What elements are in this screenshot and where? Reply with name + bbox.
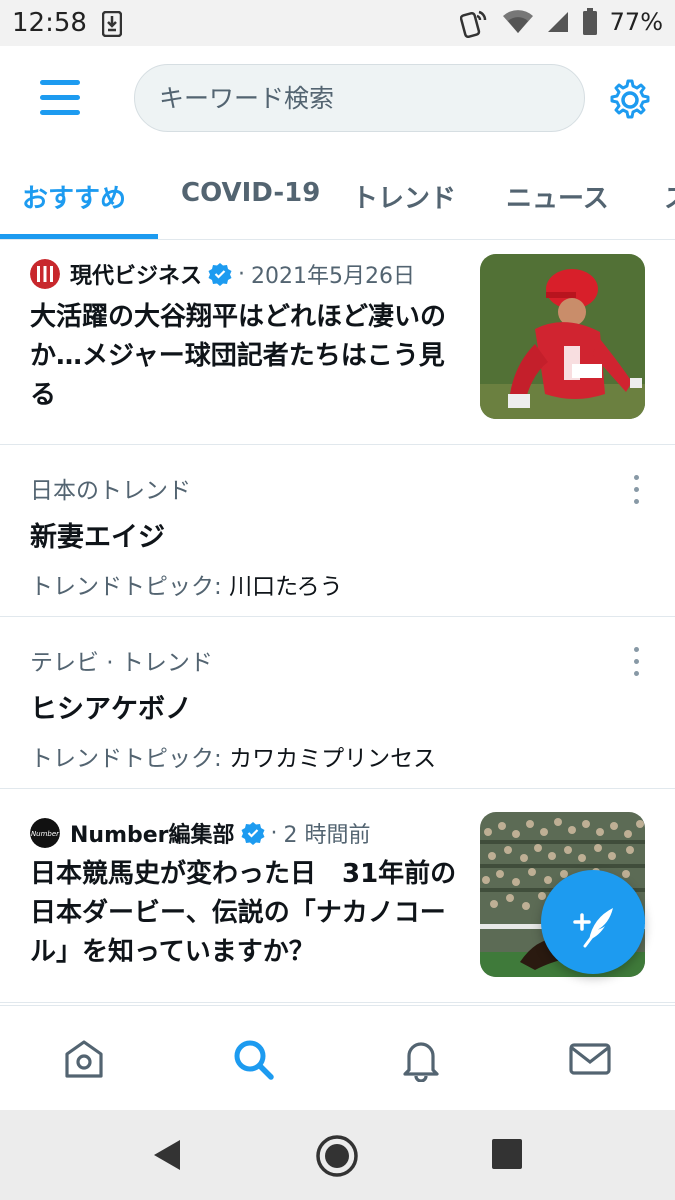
battery-icon bbox=[582, 8, 597, 35]
menu-button[interactable] bbox=[36, 76, 86, 120]
hamburger-line bbox=[40, 95, 80, 100]
tab-sports[interactable]: ス bbox=[664, 178, 675, 215]
more-dot bbox=[634, 671, 639, 676]
verified-badge-icon bbox=[241, 822, 265, 845]
battery-percent: 77% bbox=[609, 8, 663, 36]
home-circle-icon[interactable] bbox=[315, 1134, 359, 1178]
more-dot bbox=[634, 659, 639, 664]
more-dot bbox=[634, 475, 639, 480]
tab-trends[interactable]: トレンド bbox=[352, 178, 456, 215]
news-source-name: 現代ビジネス bbox=[70, 264, 203, 289]
search-icon[interactable] bbox=[230, 1036, 276, 1082]
trend-topic-name: 川口たろう bbox=[229, 574, 343, 600]
active-tab-indicator bbox=[0, 234, 158, 239]
gear-icon[interactable] bbox=[606, 76, 654, 124]
bottom-navigation bbox=[0, 1005, 675, 1110]
cell-signal-icon bbox=[547, 12, 568, 32]
news-time: 2021年5月26日 bbox=[251, 264, 415, 289]
trend-context: テレビ · トレンド bbox=[30, 650, 213, 676]
nfc-icon bbox=[459, 10, 486, 38]
svg-text:Number: Number bbox=[31, 830, 60, 838]
more-dot bbox=[634, 487, 639, 492]
more-options-icon[interactable] bbox=[626, 645, 648, 679]
notifications-icon[interactable] bbox=[398, 1036, 444, 1082]
news-time: 2 時間前 bbox=[283, 823, 371, 848]
search-bar[interactable] bbox=[134, 64, 585, 132]
back-icon[interactable] bbox=[152, 1138, 182, 1172]
home-icon[interactable] bbox=[61, 1036, 107, 1082]
trend-title: 新妻エイジ bbox=[30, 522, 165, 553]
recents-icon[interactable] bbox=[492, 1139, 522, 1169]
tab-recommended[interactable]: おすすめ bbox=[22, 178, 126, 215]
news-source-row: 現代ビジネス · 2021年5月26日 bbox=[30, 258, 415, 290]
trend-title: ヒシアケボノ bbox=[30, 694, 192, 725]
compose-button[interactable] bbox=[541, 870, 645, 974]
messages-icon[interactable] bbox=[567, 1036, 613, 1082]
number-magazine-logo: Number bbox=[30, 818, 60, 848]
trend-topic: トレンドトピック: カワカミプリンセス bbox=[30, 739, 436, 773]
status-time: 12:58 bbox=[12, 8, 87, 38]
news-headline: 大活躍の大谷翔平はどれほど凄いのか…メジャー球団記者たちはこう見る bbox=[30, 302, 447, 410]
status-bar: 12:58 77% bbox=[0, 0, 675, 46]
hamburger-line bbox=[40, 110, 80, 115]
news-time-separator: · bbox=[238, 261, 246, 287]
hamburger-menu-icon bbox=[40, 80, 80, 85]
search-input[interactable] bbox=[159, 83, 584, 113]
gendai-business-logo bbox=[30, 259, 60, 289]
news-headline: 日本競馬史が変わった日 31年前の日本ダービー、伝説の「ナカノコール」を知ってい… bbox=[30, 859, 457, 967]
tab-news[interactable]: ニュース bbox=[506, 178, 609, 215]
explore-tabs: おすすめ COVID-19 トレンド ニュース ス bbox=[0, 156, 675, 240]
more-options-icon[interactable] bbox=[626, 473, 648, 507]
wifi-icon bbox=[502, 10, 533, 33]
app-header bbox=[0, 46, 675, 156]
news-source-name: Number編集部 bbox=[70, 823, 235, 848]
trend-topic-label: トレンドトピック: bbox=[30, 574, 222, 600]
trend-context: 日本のトレンド bbox=[30, 478, 191, 504]
tab-covid[interactable]: COVID-19 bbox=[181, 178, 320, 208]
trend-topic: トレンドトピック: 川口たろう bbox=[30, 567, 343, 601]
status-icons: 77% bbox=[459, 6, 663, 38]
compose-tweet-icon bbox=[573, 908, 613, 948]
news-source-row: Number Number編集部 · 2 時間前 bbox=[30, 817, 371, 849]
trend-item[interactable]: テレビ · トレンド ヒシアケボノ トレンドトピック: カワカミプリンセス bbox=[0, 617, 675, 789]
download-notification-icon bbox=[102, 11, 122, 37]
verified-badge-icon bbox=[208, 263, 232, 286]
more-dot bbox=[634, 647, 639, 652]
trend-topic-label: トレンドトピック: bbox=[30, 746, 222, 772]
news-item[interactable]: 現代ビジネス · 2021年5月26日 大活躍の大谷翔平はどれほど凄いのか…メジ… bbox=[0, 240, 675, 445]
news-time-separator: · bbox=[270, 820, 278, 846]
trend-topic-name: カワカミプリンセス bbox=[229, 746, 437, 772]
trend-item[interactable]: 日本のトレンド 新妻エイジ トレンドトピック: 川口たろう bbox=[0, 445, 675, 617]
more-dot bbox=[634, 499, 639, 504]
baseball-player-thumbnail bbox=[480, 254, 645, 419]
system-navigation-bar bbox=[0, 1110, 675, 1200]
